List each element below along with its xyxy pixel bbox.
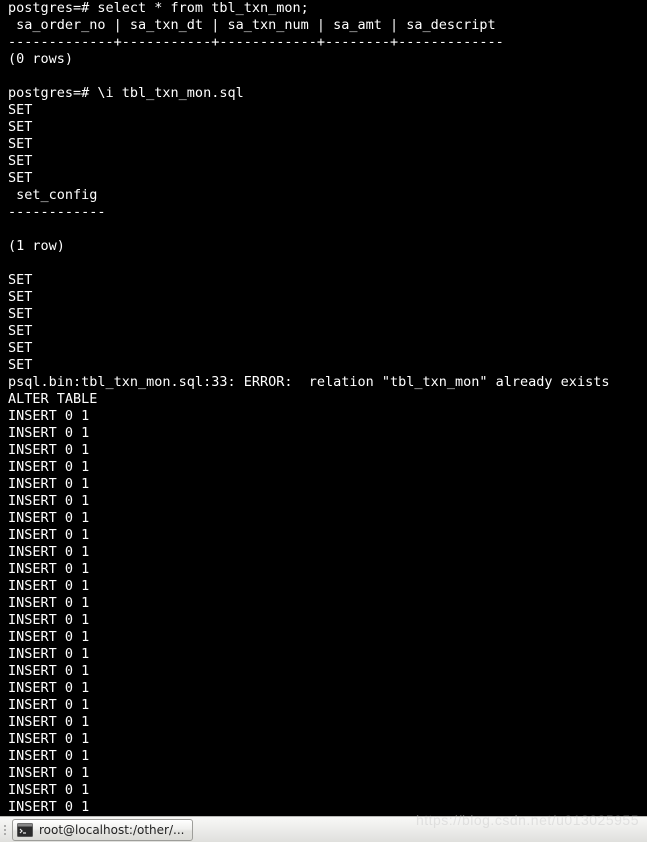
taskbar: root@localhost:/other/... xyxy=(0,816,647,842)
taskbar-button-label: root@localhost:/other/... xyxy=(39,823,184,837)
terminal-line: INSERT 0 1 xyxy=(8,459,639,476)
terminal-line: INSERT 0 1 xyxy=(8,544,639,561)
terminal-line: -------------+-----------+------------+-… xyxy=(8,34,639,51)
terminal-line: SET xyxy=(8,323,639,340)
terminal-line: postgres=# \i tbl_txn_mon.sql xyxy=(8,85,639,102)
terminal-line: sa_order_no | sa_txn_dt | sa_txn_num | s… xyxy=(8,17,639,34)
terminal-line: INSERT 0 1 xyxy=(8,612,639,629)
terminal-line: INSERT 0 1 xyxy=(8,731,639,748)
terminal-line: SET xyxy=(8,119,639,136)
terminal-line: SET xyxy=(8,170,639,187)
terminal-line xyxy=(8,221,639,238)
taskbar-terminal-button[interactable]: root@localhost:/other/... xyxy=(12,819,193,841)
terminal-line: (1 row) xyxy=(8,238,639,255)
terminal-line: INSERT 0 1 xyxy=(8,697,639,714)
taskbar-grip-icon xyxy=(2,820,10,840)
terminal-line: ------------ xyxy=(8,204,639,221)
terminal-line: postgres=# select * from tbl_txn_mon; xyxy=(8,0,639,17)
terminal-line: ALTER TABLE xyxy=(8,391,639,408)
terminal-line: INSERT 0 1 xyxy=(8,782,639,799)
terminal-line xyxy=(8,255,639,272)
terminal-line: INSERT 0 1 xyxy=(8,714,639,731)
terminal-line xyxy=(8,68,639,85)
terminal-line: psql.bin:tbl_txn_mon.sql:33: ERROR: rela… xyxy=(8,374,639,391)
terminal-line: INSERT 0 1 xyxy=(8,765,639,782)
terminal-line: INSERT 0 1 xyxy=(8,493,639,510)
terminal-line: SET xyxy=(8,272,639,289)
terminal-line: INSERT 0 1 xyxy=(8,595,639,612)
terminal-line: INSERT 0 1 xyxy=(8,561,639,578)
terminal-line: SET xyxy=(8,340,639,357)
terminal-line: INSERT 0 1 xyxy=(8,629,639,646)
terminal-line: INSERT 0 1 xyxy=(8,799,639,816)
terminal-line: INSERT 0 1 xyxy=(8,425,639,442)
terminal-line: SET xyxy=(8,357,639,374)
terminal-line: INSERT 0 1 xyxy=(8,527,639,544)
terminal-line: INSERT 0 1 xyxy=(8,408,639,425)
terminal-line: INSERT 0 1 xyxy=(8,510,639,527)
terminal-line: (0 rows) xyxy=(8,51,639,68)
terminal-line: INSERT 0 1 xyxy=(8,646,639,663)
terminal-line: INSERT 0 1 xyxy=(8,476,639,493)
terminal-line: SET xyxy=(8,153,639,170)
terminal-line: INSERT 0 1 xyxy=(8,680,639,697)
terminal-line: INSERT 0 1 xyxy=(8,748,639,765)
terminal-line: SET xyxy=(8,136,639,153)
terminal-line: set_config xyxy=(8,187,639,204)
terminal-line: INSERT 0 1 xyxy=(8,663,639,680)
terminal-line: INSERT 0 1 xyxy=(8,442,639,459)
terminal-icon xyxy=(17,822,33,838)
terminal-line: SET xyxy=(8,102,639,119)
terminal-output[interactable]: postgres=# select * from tbl_txn_mon; sa… xyxy=(0,0,647,816)
terminal-line: SET xyxy=(8,289,639,306)
terminal-line: INSERT 0 1 xyxy=(8,578,639,595)
terminal-line: SET xyxy=(8,306,639,323)
